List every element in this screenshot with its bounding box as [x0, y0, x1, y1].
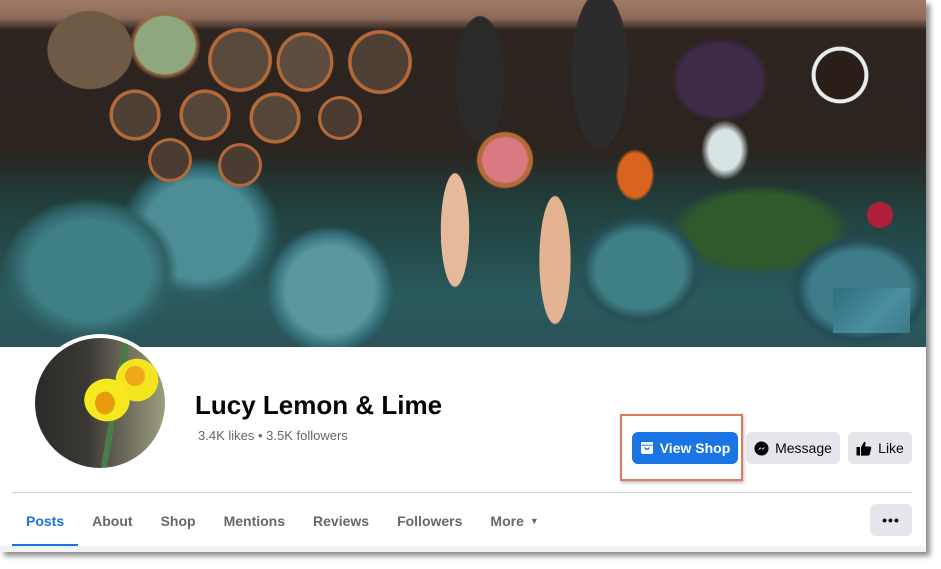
tab-more[interactable]: More ▼ — [476, 496, 552, 546]
tab-followers[interactable]: Followers — [383, 496, 476, 546]
tab-label: Mentions — [223, 513, 286, 529]
tab-posts[interactable]: Posts — [12, 496, 79, 547]
more-options-button[interactable]: ••• — [870, 504, 912, 536]
tab-shop[interactable]: Shop — [147, 496, 210, 546]
tab-label: Shop — [160, 513, 196, 529]
profile-picture[interactable] — [31, 334, 169, 472]
page-tabs: Posts About Shop Mentions Reviews Follow… — [12, 496, 553, 547]
view-shop-label: View Shop — [659, 440, 731, 456]
messenger-icon — [754, 440, 769, 456]
tab-reviews[interactable]: Reviews — [299, 496, 383, 546]
thumbs-up-icon — [856, 441, 872, 456]
tab-mentions[interactable]: Mentions — [210, 496, 299, 546]
view-shop-button[interactable]: View Shop — [632, 432, 738, 464]
tab-label: Posts — [26, 513, 65, 529]
message-button[interactable]: Message — [746, 432, 840, 464]
tab-label: About — [92, 513, 133, 529]
tab-label: More — [490, 513, 524, 529]
message-label: Message — [775, 440, 832, 456]
cover-photo[interactable] — [0, 0, 926, 347]
tab-label: Reviews — [313, 513, 370, 529]
page-stats: 3.4K likes • 3.5K followers — [198, 428, 348, 443]
tab-label: Followers — [397, 513, 463, 529]
page-title: Lucy Lemon & Lime — [195, 390, 443, 420]
cover-photo-patch — [833, 288, 910, 333]
bottom-edge — [0, 546, 926, 552]
like-button[interactable]: Like — [848, 432, 912, 464]
caret-down-icon: ▼ — [529, 516, 539, 526]
like-label: Like — [878, 440, 904, 456]
more-options-icon: ••• — [882, 512, 900, 528]
page-header-frame: Lucy Lemon & Lime 3.4K likes • 3.5K foll… — [0, 0, 926, 552]
header-divider — [12, 492, 912, 493]
profile-picture-image — [35, 338, 165, 468]
shop-bag-icon — [640, 441, 654, 455]
tab-about[interactable]: About — [78, 496, 146, 546]
